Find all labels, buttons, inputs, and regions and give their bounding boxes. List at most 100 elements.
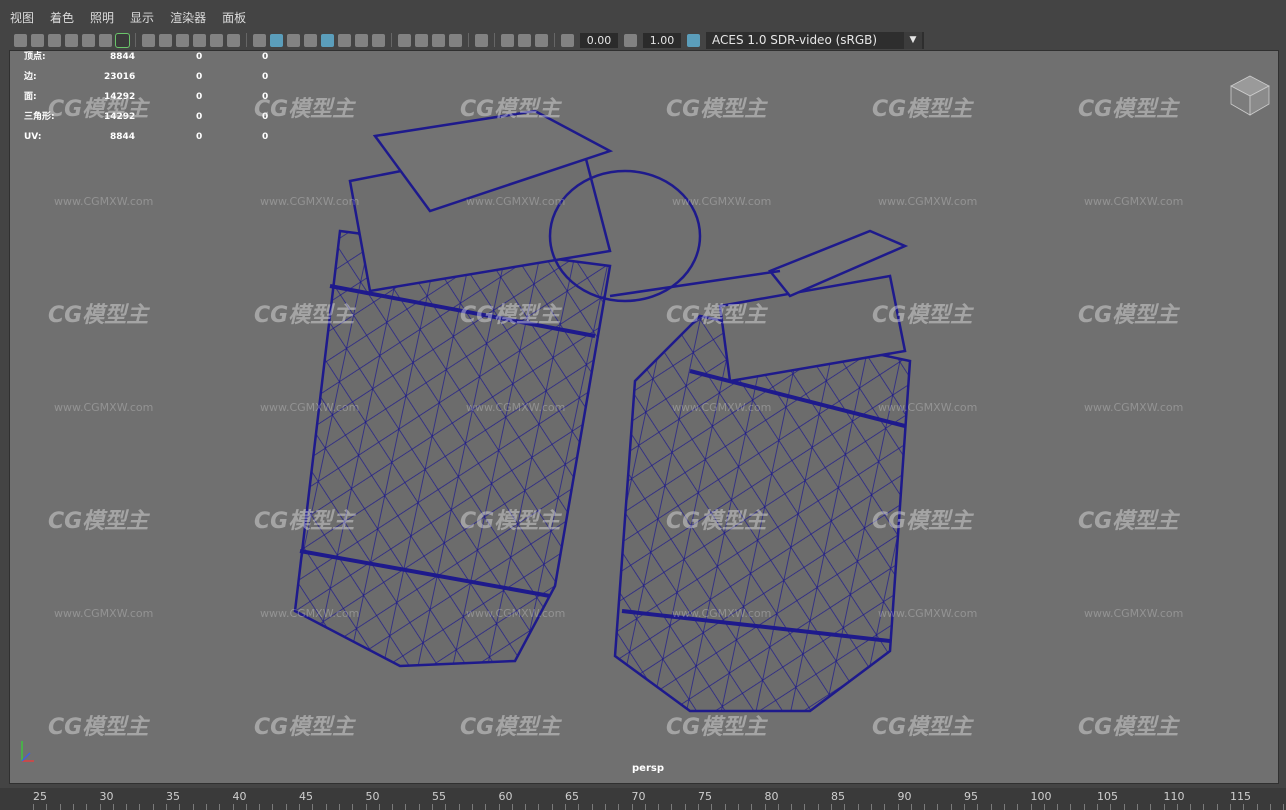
- exposure-icon[interactable]: [561, 33, 574, 47]
- time-slider-tick: [445, 804, 447, 810]
- perspective-viewport[interactable]: 顶点: 8844 0 0 边: 23016 0 0 面: 14292 0 0 三…: [9, 50, 1279, 784]
- resolution-gate-icon[interactable]: [176, 33, 189, 47]
- time-slider-tick-label: 40: [232, 790, 247, 803]
- panel-toolbar: 0.00 1.00 ACES 1.0 SDR-video (sRGB) ▼: [0, 30, 1286, 50]
- watermark-logo: CG模型主: [254, 303, 355, 328]
- time-slider-tick-label: 115: [1230, 790, 1251, 803]
- time-slider-tick: [937, 804, 939, 810]
- lights-icon[interactable]: [355, 33, 368, 47]
- menu-panels[interactable]: 面板: [212, 6, 252, 30]
- ambient-occlusion-icon[interactable]: [398, 33, 411, 47]
- menu-show[interactable]: 显示: [120, 6, 160, 30]
- watermark-url: www.CGMXW.com: [466, 607, 566, 620]
- watermark-logo: CG模型主: [460, 97, 561, 122]
- gamma-icon[interactable]: [624, 33, 637, 47]
- color-management-icon[interactable]: [687, 33, 700, 47]
- time-slider-tick: [724, 804, 726, 810]
- time-slider-tick: [1057, 804, 1059, 810]
- time-slider-tick: [1110, 804, 1112, 810]
- menu-shading[interactable]: 着色: [40, 6, 80, 30]
- view-cube-icon[interactable]: [1228, 73, 1272, 117]
- menu-lighting[interactable]: 照明: [80, 6, 120, 30]
- divider: [135, 33, 136, 47]
- antialiasing-icon[interactable]: [432, 33, 445, 47]
- time-slider-tick: [232, 804, 234, 810]
- time-slider[interactable]: 25 30 35 40 45 50 55 60 65 70 75 80 85 90 95 100 105 110 1…: [0, 788, 1286, 810]
- time-slider-tick: [990, 804, 992, 810]
- field-chart-icon[interactable]: [210, 33, 223, 47]
- wireframe-icon[interactable]: [253, 33, 266, 47]
- watermark-logo: CG模型主: [48, 715, 149, 740]
- camera-attributes-icon[interactable]: [31, 33, 44, 47]
- time-slider-tick: [139, 804, 141, 810]
- time-slider-tick: [618, 804, 620, 810]
- depth-of-field-icon[interactable]: [449, 33, 462, 47]
- default-material-icon[interactable]: [287, 33, 300, 47]
- time-slider-tick: [299, 804, 300, 810]
- time-slider-tick: [432, 804, 433, 810]
- time-slider-tick: [365, 804, 367, 810]
- shadows-icon[interactable]: [372, 33, 385, 47]
- menu-view[interactable]: 视图: [0, 6, 40, 30]
- exposure-field[interactable]: 0.00: [580, 32, 618, 48]
- time-slider-tick: [312, 804, 314, 810]
- watermark-url: www.CGMXW.com: [1084, 607, 1184, 620]
- time-slider-tick: [418, 804, 420, 810]
- viewport-renderer-icon[interactable]: [535, 33, 548, 47]
- watermark-url: www.CGMXW.com: [878, 401, 978, 414]
- time-slider-tick: [72, 804, 74, 810]
- image-plane-icon[interactable]: [82, 33, 95, 47]
- watermark-url: www.CGMXW.com: [878, 607, 978, 620]
- model-wireframe: [293, 109, 912, 713]
- safe-title-icon[interactable]: [227, 33, 240, 47]
- watermark-logo: CG模型主: [666, 303, 767, 328]
- time-slider-tick: [578, 804, 580, 810]
- motion-blur-icon[interactable]: [415, 33, 428, 47]
- time-slider-tick: [1123, 804, 1125, 810]
- time-slider-tick-label: 30: [99, 790, 114, 803]
- time-slider-tick: [1097, 804, 1098, 810]
- time-slider-tick: [86, 804, 88, 810]
- panel-menu-bar: 视图 着色 照明 显示 渲染器 面板: [0, 6, 1286, 30]
- gamma-field[interactable]: 1.00: [643, 32, 681, 48]
- gate-mask-icon[interactable]: [193, 33, 206, 47]
- bookmark-flag-icon[interactable]: [65, 33, 78, 47]
- time-slider-tick: [591, 804, 593, 810]
- textured-icon[interactable]: [304, 33, 317, 47]
- grease-pencil-icon[interactable]: [99, 33, 112, 47]
- chevron-down-icon[interactable]: ▼: [904, 31, 922, 49]
- watermark-logo: CG模型主: [1078, 715, 1179, 740]
- time-slider-tick: [511, 804, 513, 810]
- watermark-logo: CG模型主: [48, 303, 149, 328]
- isolate-select-icon[interactable]: [475, 33, 488, 47]
- watermark-logo: CG模型主: [1078, 97, 1179, 122]
- time-slider-tick: [99, 804, 101, 810]
- time-slider-tick: [285, 804, 287, 810]
- xray-joints-icon[interactable]: [501, 33, 514, 47]
- menu-renderer[interactable]: 渲染器: [160, 6, 212, 30]
- time-slider-tick: [1136, 804, 1138, 810]
- watermark-logo: CG模型主: [872, 509, 973, 534]
- film-gate-icon[interactable]: [159, 33, 172, 47]
- hud-value: 0: [196, 132, 203, 142]
- time-slider-tick: [777, 804, 779, 810]
- wireframe-on-shaded-icon[interactable]: [321, 33, 334, 47]
- time-slider-tick-label: 45: [299, 790, 313, 803]
- time-slider-tick: [604, 804, 606, 810]
- time-slider-tick: [33, 804, 34, 810]
- camera-select-icon[interactable]: [14, 33, 27, 47]
- xray-icon[interactable]: [338, 33, 351, 47]
- watermark-url: www.CGMXW.com: [260, 195, 360, 208]
- xray-active-icon[interactable]: [518, 33, 531, 47]
- bookmark-icon[interactable]: [48, 33, 61, 47]
- hud-value: 0: [262, 132, 269, 142]
- smooth-shade-icon[interactable]: [270, 33, 283, 47]
- time-slider-tick: [870, 804, 872, 810]
- time-slider-tick-label: 60: [498, 790, 513, 803]
- time-slider-tick-label: 110: [1163, 790, 1185, 803]
- time-slider-tick-label: 65: [565, 790, 579, 803]
- grid-icon[interactable]: [142, 33, 155, 47]
- time-slider-tick: [817, 804, 819, 810]
- pencil-icon[interactable]: [115, 32, 130, 48]
- view-transform-dropdown[interactable]: ACES 1.0 SDR-video (sRGB) ▼: [706, 31, 924, 49]
